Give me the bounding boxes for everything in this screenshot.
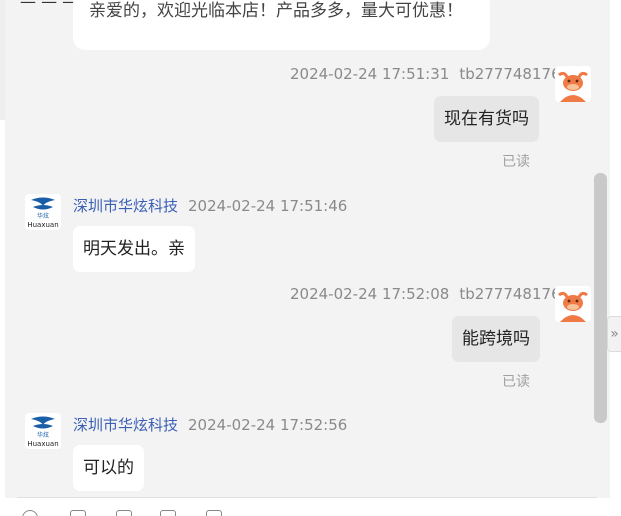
svg-text:Huaxuan: Huaxuan <box>27 440 58 448</box>
message-bubble: 现在有货吗 <box>434 96 539 142</box>
huaxuan-logo-icon: 华炫 Huaxuan <box>25 194 61 230</box>
svg-text:华炫: 华炫 <box>37 212 49 220</box>
input-toolbar <box>0 498 621 516</box>
message-time: 2024-02-24 17:51:31 <box>290 65 450 83</box>
user-avatar[interactable] <box>555 66 591 102</box>
shop-avatar[interactable]: 华炫 Huaxuan <box>25 194 61 230</box>
message-bubble: 可以的 <box>73 445 144 491</box>
cut-bubble-text: 亲爱的，欢迎光临本店！产品多多，量大可优惠！ <box>89 1 463 21</box>
message-time: 2024-02-24 17:52:08 <box>290 285 450 303</box>
read-status: 已读 <box>502 374 530 390</box>
message-text: 可以的 <box>83 458 134 478</box>
message-bubble-cut: 亲爱的，欢迎光临本店！产品多多，量大可优惠！ <box>73 0 490 50</box>
message-time: 2024-02-24 17:51:46 <box>188 197 348 215</box>
message-bubble: 能跨境吗 <box>452 316 540 362</box>
ox-avatar-icon <box>555 66 591 102</box>
history-icon[interactable] <box>206 510 222 516</box>
message-sender[interactable]: 深圳市华炫科技 <box>73 197 178 215</box>
huaxuan-logo-icon: 华炫 Huaxuan <box>25 413 61 449</box>
folder-icon[interactable] <box>160 510 176 516</box>
read-status: 已读 <box>502 154 530 170</box>
message-meta: 2024-02-24 17:51:31 tb277748176 <box>290 65 561 83</box>
message-sender[interactable]: 深圳市华炫科技 <box>73 416 178 434</box>
message-bubble: 明天发出。亲 <box>73 226 195 272</box>
svg-text:华炫: 华炫 <box>37 431 49 439</box>
svg-text:Huaxuan: Huaxuan <box>27 221 58 229</box>
message-text: 现在有货吗 <box>444 109 529 129</box>
message-sender: tb277748176 <box>459 285 561 303</box>
message-meta: 2024-02-24 17:52:08 tb277748176 <box>290 285 561 303</box>
emoji-icon[interactable] <box>22 510 38 516</box>
message-sender: tb277748176 <box>459 65 561 83</box>
message-meta: 深圳市华炫科技 2024-02-24 17:51:46 <box>73 195 347 216</box>
message-meta: 深圳市华炫科技 2024-02-24 17:52:56 <box>73 414 347 435</box>
user-avatar[interactable] <box>555 286 591 322</box>
ox-avatar-icon <box>555 286 591 322</box>
shop-avatar[interactable]: 华炫 Huaxuan <box>25 413 61 449</box>
image-icon[interactable] <box>70 510 86 516</box>
message-time: 2024-02-24 17:52:56 <box>188 416 348 434</box>
message-text: 能跨境吗 <box>462 329 530 349</box>
scissors-icon[interactable] <box>116 510 132 516</box>
message-text: 明天发出。亲 <box>83 239 185 259</box>
scrollbar-thumb[interactable] <box>594 173 607 423</box>
double-chevron-right-icon: » <box>610 326 619 342</box>
expand-panel-button[interactable]: » <box>607 316 621 352</box>
